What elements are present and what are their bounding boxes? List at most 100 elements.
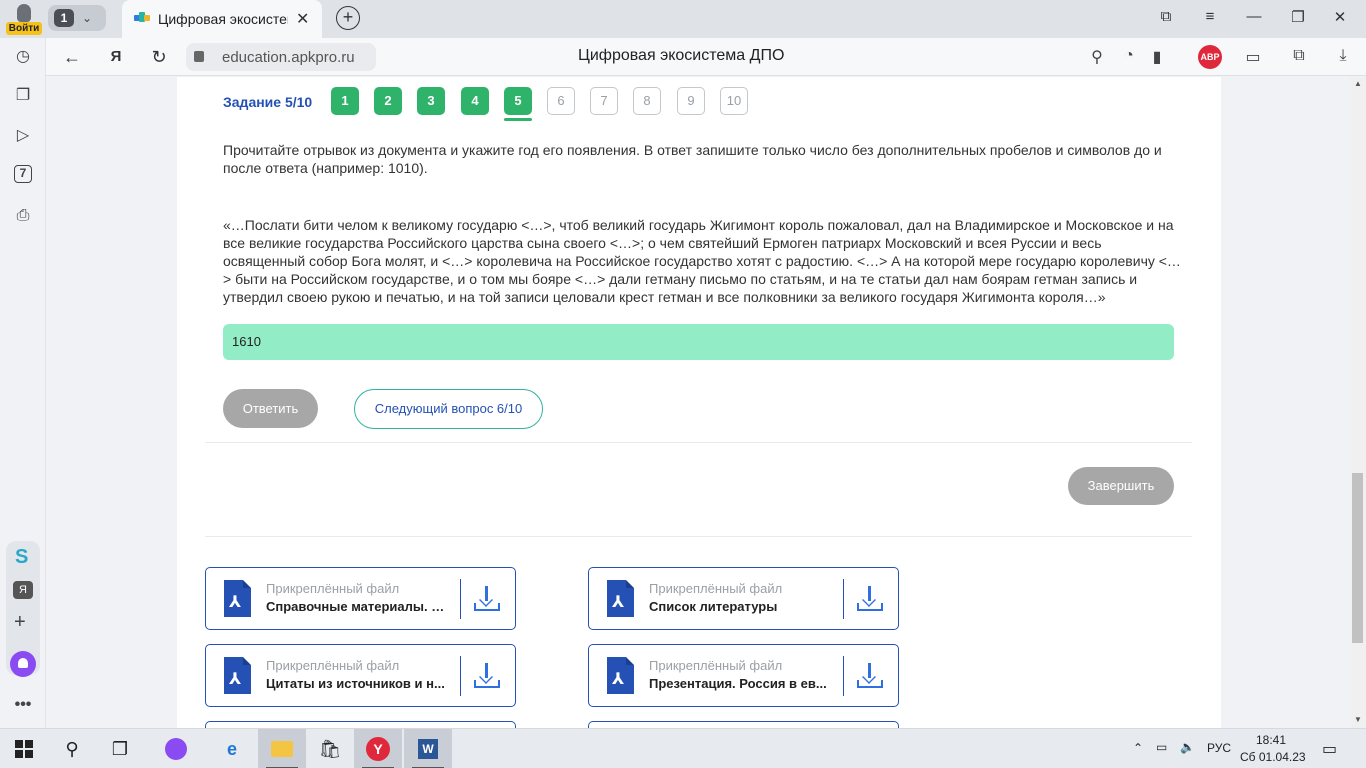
finish-button[interactable]: Завершить — [1068, 467, 1174, 505]
tray-chevron-up-icon[interactable]: ⌃ — [1133, 741, 1143, 755]
download-icon[interactable] — [474, 584, 500, 612]
page-scrollbar[interactable]: ▲ ▼ — [1350, 77, 1366, 728]
video-play-icon[interactable]: ▷ — [12, 125, 34, 147]
attached-file-card[interactable] — [205, 721, 516, 728]
chevron-down-icon: ⌄ — [82, 11, 93, 25]
windows-taskbar: ⚲ ❐ e 🛍 Y W ⌃ ▭ 🔈 РУС 18:41 Сб 01.04.23 … — [0, 728, 1366, 768]
attached-file-card[interactable]: ⅄ Прикреплённый файл Презентация. Россия… — [588, 644, 899, 707]
yandex-browser-icon[interactable]: Y — [354, 729, 402, 768]
file-name: Цитаты из источников и н... — [266, 676, 445, 691]
scroll-down-arrow-icon[interactable]: ▼ — [1354, 715, 1362, 724]
back-arrow-icon[interactable]: ← — [61, 46, 83, 68]
file-explorer-icon[interactable] — [258, 729, 306, 768]
question-number-button[interactable]: 7 — [590, 87, 618, 115]
download-icon[interactable] — [474, 661, 500, 689]
input-language[interactable]: РУС — [1207, 741, 1231, 755]
lock-icon — [194, 51, 204, 62]
collections-icon[interactable]: ⧉ — [1156, 8, 1176, 25]
new-tab-button[interactable]: + — [336, 6, 360, 30]
screenshot-camera-icon[interactable]: ⎙ — [12, 205, 34, 227]
battery-icon[interactable]: ▭ — [1156, 740, 1167, 754]
url-host: education.apkpro.ru — [222, 49, 355, 66]
attached-file-card[interactable]: ⅄ Прикреплённый файл Справочные материал… — [205, 567, 516, 630]
history-clock-icon[interactable]: ◷ — [12, 46, 34, 68]
question-number-button[interactable]: 4 — [461, 87, 489, 115]
clock-time[interactable]: 18:41 — [1256, 733, 1286, 747]
yandex-logo-icon[interactable]: Я — [105, 46, 127, 68]
edge-browser-icon[interactable]: e — [208, 729, 256, 768]
answer-input[interactable]: 1610 — [223, 324, 1174, 360]
divider — [460, 656, 461, 696]
login-label: Войти — [6, 22, 42, 35]
volume-icon[interactable]: 🔈 — [1180, 740, 1195, 754]
source-quote: «…Послати бити челом к великому государю… — [223, 217, 1181, 305]
clock-date[interactable]: Сб 01.04.23 — [1240, 750, 1306, 764]
app-ya-icon[interactable]: Я — [13, 581, 33, 599]
question-number-button[interactable]: 6 — [547, 87, 575, 115]
download-icon[interactable] — [857, 584, 883, 612]
user-avatar-icon — [17, 4, 31, 22]
question-number-button[interactable]: 3 — [417, 87, 445, 115]
more-dots-icon[interactable]: ••• — [12, 694, 34, 716]
file-name: Справочные материалы. Р... — [266, 599, 448, 614]
attached-file-card[interactable] — [588, 721, 899, 728]
store-icon[interactable]: 🛍 — [306, 729, 354, 768]
search-chat-icon[interactable]: ⚲ — [1086, 47, 1108, 67]
minimize-icon[interactable]: — — [1244, 8, 1264, 25]
tab-close-icon[interactable]: ✕ — [296, 9, 309, 29]
question-prompt: Прочитайте отрывок из документа и укажит… — [223, 142, 1162, 176]
protect-icon[interactable]: ◔ — [1118, 47, 1140, 65]
download-icon[interactable] — [857, 661, 883, 689]
next-question-button[interactable]: Следующий вопрос 6/10 — [354, 389, 543, 429]
scrollbar-thumb[interactable] — [1352, 473, 1363, 643]
alice-assistant-icon[interactable] — [10, 651, 36, 677]
window-close-icon[interactable]: ✕ — [1330, 8, 1350, 26]
battery-saver-icon[interactable]: ▭ — [1242, 47, 1264, 67]
windows-start-icon[interactable] — [0, 729, 48, 768]
collections-stack-icon[interactable]: ❐ — [12, 85, 34, 107]
question-number-button[interactable]: 8 — [633, 87, 661, 115]
pdf-file-icon: ⅄ — [607, 657, 634, 694]
calendar-icon[interactable]: 7 — [14, 165, 32, 183]
notifications-icon[interactable]: ▭ — [1322, 739, 1337, 759]
add-app-icon[interactable]: + — [14, 611, 26, 634]
search-icon[interactable]: ⚲ — [48, 729, 96, 768]
adblock-plus-icon[interactable]: ABP — [1198, 45, 1222, 69]
browser-tab-strip: Войти 1 ⌄ Цифровая экосистема ДПО ✕ + ⧉ … — [0, 0, 1366, 38]
question-number-button[interactable]: 2 — [374, 87, 402, 115]
divider — [843, 656, 844, 696]
site-favicon-icon — [134, 12, 150, 24]
task-view-icon[interactable]: ❐ — [96, 729, 144, 768]
reload-icon[interactable]: ↻ — [148, 46, 170, 68]
file-name: Презентация. Россия в ев... — [649, 676, 827, 691]
question-number-button[interactable]: 5 — [504, 87, 532, 115]
reply-button[interactable]: Ответить — [223, 389, 318, 428]
attached-file-card[interactable]: ⅄ Прикреплённый файл Список литературы — [588, 567, 899, 630]
file-type-label: Прикреплённый файл — [649, 658, 783, 673]
file-type-label: Прикреплённый файл — [266, 658, 400, 673]
browser-tab-active[interactable]: Цифровая экосистема ДПО ✕ — [122, 0, 322, 38]
tab-group-button[interactable]: 1 ⌄ — [48, 5, 106, 31]
browser-sidebar: ◷ ❐ ▷ 7 ⎙ S Я + ••• — [0, 38, 46, 728]
question-number-button[interactable]: 9 — [677, 87, 705, 115]
page-title: Цифровая экосистема ДПО — [578, 47, 785, 64]
download-icon[interactable]: ⤓ — [1332, 47, 1354, 65]
tab-count-badge: 1 — [54, 9, 74, 27]
scroll-up-arrow-icon[interactable]: ▲ — [1354, 79, 1362, 88]
profile-button[interactable]: Войти — [6, 2, 42, 36]
task-label: Задание 5/10 — [223, 94, 313, 110]
extensions-icon[interactable]: ⧉ — [1288, 47, 1310, 65]
current-question-indicator — [504, 118, 532, 121]
attached-file-card[interactable]: ⅄ Прикреплённый файл Цитаты из источнико… — [205, 644, 516, 707]
question-number-button[interactable]: 10 — [720, 87, 748, 115]
word-app-icon[interactable]: W — [404, 729, 452, 768]
alice-taskbar-icon[interactable] — [152, 729, 200, 768]
app-s-icon[interactable]: S — [15, 546, 28, 569]
restore-icon[interactable]: ❐ — [1288, 8, 1308, 26]
pdf-file-icon: ⅄ — [224, 657, 251, 694]
url-field[interactable]: education.apkpro.ru — [186, 43, 376, 71]
bookmark-icon[interactable]: ▮ — [1146, 47, 1168, 67]
question-number-button[interactable]: 1 — [331, 87, 359, 115]
file-type-label: Прикреплённый файл — [649, 581, 783, 596]
menu-icon[interactable]: ≡ — [1200, 8, 1220, 25]
